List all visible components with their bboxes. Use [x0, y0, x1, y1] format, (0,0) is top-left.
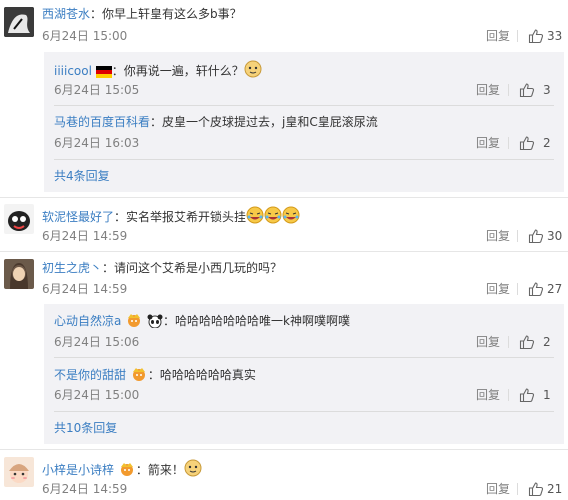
reply-text: ：皮皇一个皮球提过去，j皇和C皇屁滚尿流 — [150, 115, 378, 129]
reply-user-link[interactable]: 马巷的百度百科看 — [54, 115, 150, 129]
reply-list: iiiicool ：你再说一遍，轩什么？ 6月24日 15:05 回复 3 马巷… — [44, 52, 564, 192]
comment-time: 6月24日 14:59 — [42, 229, 128, 243]
divider — [0, 449, 568, 450]
avatar[interactable] — [4, 204, 34, 234]
like-count: 2 — [543, 335, 551, 349]
germany-flag-icon — [95, 66, 112, 82]
doge-emoji-icon — [184, 459, 202, 481]
thumbs-up-icon — [528, 482, 544, 497]
reply-button[interactable]: 回复 — [486, 282, 510, 296]
thumbs-up-icon — [528, 229, 544, 244]
comment-user-link[interactable]: 软泥怪最好了 — [42, 210, 114, 224]
reply-body: 马巷的百度百科看：皮皇一个皮球提过去，j皇和C皇屁滚尿流 — [54, 114, 378, 130]
comment-body: 小梓是小诗梓 ：箭来！ — [42, 459, 202, 481]
like-button[interactable]: 3 — [508, 82, 564, 98]
reply-button[interactable]: 回复 — [486, 29, 510, 43]
like-count: 3 — [543, 83, 551, 97]
comment-body: 西湖苍水：你早上轩皇有这么多b事？ — [42, 6, 242, 22]
reply-time: 6月24日 15:05 — [54, 83, 140, 97]
divider — [517, 283, 518, 295]
crown-badge-icon — [118, 461, 136, 481]
comment-text: ：箭来！ — [135, 463, 184, 477]
comment-time: 6月24日 14:59 — [42, 282, 128, 296]
reply-button[interactable]: 回复 — [486, 482, 510, 496]
comment-body: 软泥怪最好了：实名举报艾希开锁头挂 — [42, 206, 300, 228]
divider — [517, 483, 518, 495]
comment-text: ：请问这个艾希是小西几玩的吗？ — [102, 261, 283, 275]
thumbs-up-icon — [519, 335, 535, 350]
reply-list: 心动自然凉a ：哈哈哈哈哈哈哈唯一k神啊噗啊噗 6月24日 15:06 回复 2… — [44, 304, 564, 444]
reply-user-link[interactable]: iiiicool — [54, 64, 92, 78]
reply-button[interactable]: 回复 — [476, 136, 500, 150]
thumbs-up-icon — [519, 136, 535, 151]
reply-time: 6月24日 15:06 — [54, 335, 140, 349]
more-replies-link[interactable]: 共4条回复 — [54, 169, 110, 183]
divider — [0, 197, 568, 198]
reply-user-link[interactable]: 心动自然凉a — [54, 314, 121, 328]
like-button[interactable]: 21 — [517, 481, 567, 497]
like-button[interactable]: 1 — [508, 387, 564, 403]
like-count: 30 — [547, 229, 563, 243]
divider — [508, 336, 509, 348]
panda-icon — [147, 314, 163, 332]
divider — [508, 84, 509, 96]
thumbs-up-icon — [528, 29, 544, 44]
like-button[interactable]: 2 — [508, 135, 564, 151]
comment-body: 初生之虎丶：请问这个艾希是小西几玩的吗？ — [42, 260, 282, 276]
thumbs-up-icon — [528, 282, 544, 297]
divider — [508, 389, 509, 401]
like-count: 21 — [547, 482, 563, 496]
reply-body: 心动自然凉a ：哈哈哈哈哈哈哈唯一k神啊噗啊噗 — [54, 312, 350, 332]
comment-user-link[interactable]: 西湖苍水 — [42, 7, 90, 21]
like-count: 1 — [543, 388, 551, 402]
comment-text: ：实名举报艾希开锁头挂 — [114, 210, 247, 224]
reply-text: ：哈哈哈哈哈哈哈唯一k神啊噗啊噗 — [163, 314, 350, 328]
divider — [508, 137, 509, 149]
like-button[interactable]: 33 — [517, 28, 567, 44]
thumbs-up-icon — [519, 388, 535, 403]
divider — [54, 105, 554, 106]
comment-time: 6月24日 14:59 — [42, 482, 128, 496]
avatar[interactable] — [4, 259, 34, 289]
like-count: 2 — [543, 136, 551, 150]
reply-text: ：哈哈哈哈哈哈真实 — [147, 368, 256, 382]
comment-user-link[interactable]: 小梓是小诗梓 — [42, 463, 114, 477]
avatar[interactable] — [4, 7, 34, 37]
laughing-tears-emoji-icon — [246, 206, 264, 228]
reply-text: ：你再说一遍，轩什么？ — [111, 64, 244, 78]
like-count: 27 — [547, 282, 563, 296]
reply-time: 6月24日 15:00 — [54, 388, 140, 402]
reply-body: iiiicool ：你再说一遍，轩什么？ — [54, 60, 262, 82]
like-button[interactable]: 27 — [517, 281, 567, 297]
reply-button[interactable]: 回复 — [476, 388, 500, 402]
like-button[interactable]: 30 — [517, 228, 567, 244]
thumbs-up-icon — [519, 83, 535, 98]
laughing-tears-emoji-icon — [282, 206, 300, 228]
divider — [54, 411, 554, 412]
reply-time: 6月24日 16:03 — [54, 136, 140, 150]
reply-button[interactable]: 回复 — [476, 335, 500, 349]
like-count: 33 — [547, 29, 563, 43]
divider — [517, 230, 518, 242]
divider — [54, 357, 554, 358]
avatar[interactable] — [4, 457, 34, 487]
crown-badge-icon — [125, 312, 143, 332]
comment-time: 6月24日 15:00 — [42, 29, 128, 43]
crown-badge-icon — [130, 366, 148, 386]
reply-body: 不是你的甜甜 ：哈哈哈哈哈哈真实 — [54, 366, 256, 386]
reply-user-link[interactable]: 不是你的甜甜 — [54, 368, 126, 382]
doge-emoji-icon — [244, 60, 262, 82]
comment-user-link[interactable]: 初生之虎丶 — [42, 261, 102, 275]
laughing-tears-emoji-icon — [264, 206, 282, 228]
divider — [0, 251, 568, 252]
divider — [517, 30, 518, 42]
divider — [54, 159, 554, 160]
like-button[interactable]: 2 — [508, 334, 564, 350]
more-replies-link[interactable]: 共10条回复 — [54, 421, 117, 435]
comment-text: ：你早上轩皇有这么多b事？ — [90, 7, 242, 21]
reply-button[interactable]: 回复 — [486, 229, 510, 243]
reply-button[interactable]: 回复 — [476, 83, 500, 97]
